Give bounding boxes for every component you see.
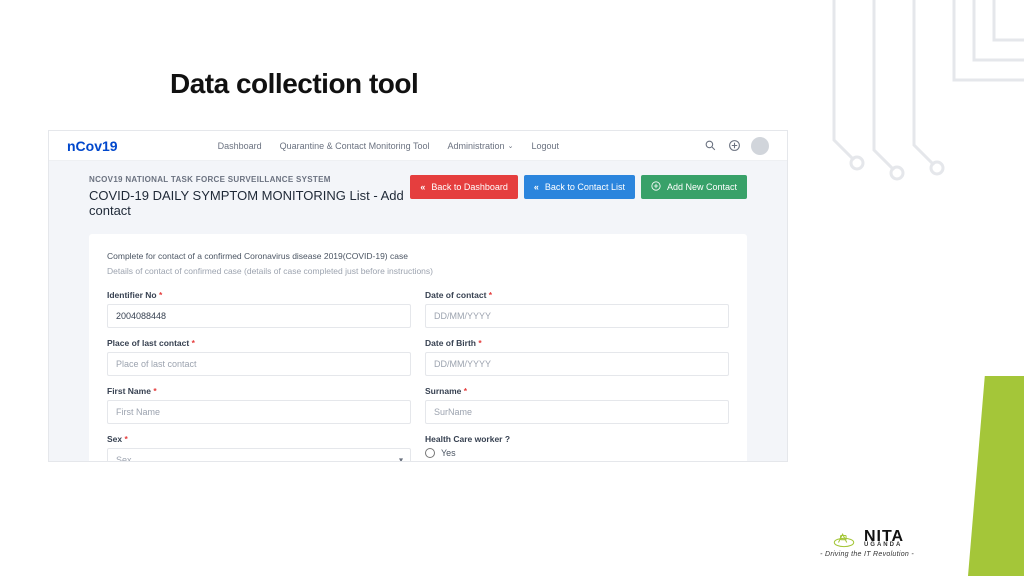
health-care-yes[interactable]: Yes bbox=[425, 448, 729, 458]
back-dashboard-label: Back to Dashboard bbox=[431, 182, 508, 192]
content-area: NCOV19 NATIONAL TASK FORCE SURVEILLANCE … bbox=[49, 161, 787, 461]
back-contact-list-label: Back to Contact List bbox=[545, 182, 625, 192]
place-last-contact-label: Place of last contact * bbox=[107, 338, 411, 348]
nav-administration[interactable]: Administration ⌄ bbox=[448, 141, 514, 151]
radio-no-label: No bbox=[441, 462, 453, 463]
page-title: COVID-19 DAILY SYMPTOM MONITORING List -… bbox=[89, 188, 410, 218]
sex-select[interactable] bbox=[107, 448, 411, 463]
nav-group: Dashboard Quarantine & Contact Monitorin… bbox=[218, 141, 559, 151]
chevron-left-icon: « bbox=[420, 182, 425, 192]
date-of-birth-label: Date of Birth * bbox=[425, 338, 729, 348]
circuit-decoration bbox=[794, 0, 1024, 220]
slide-title: Data collection tool bbox=[170, 68, 418, 100]
nav-dashboard[interactable]: Dashboard bbox=[218, 141, 262, 151]
health-care-label: Health Care worker ? bbox=[425, 434, 729, 444]
date-of-contact-label: Date of contact * bbox=[425, 290, 729, 300]
app-logo: nCov19 bbox=[67, 138, 118, 154]
plus-circle-icon bbox=[651, 181, 661, 193]
identifier-no-input[interactable] bbox=[107, 304, 411, 328]
nav-logout[interactable]: Logout bbox=[531, 141, 559, 151]
topbar: nCov19 Dashboard Quarantine & Contact Mo… bbox=[49, 131, 787, 161]
nita-logo: NITA UGANDA - Driving the IT Revolution … bbox=[820, 530, 914, 558]
identifier-no-label: Identifier No * bbox=[107, 290, 411, 300]
form-card: Complete for contact of a confirmed Coro… bbox=[89, 234, 747, 462]
back-to-dashboard-button[interactable]: « Back to Dashboard bbox=[410, 175, 518, 199]
field-sex: Sex * ▾ bbox=[107, 434, 411, 463]
add-new-contact-button[interactable]: Add New Contact bbox=[641, 175, 747, 199]
nita-tagline: - Driving the IT Revolution - bbox=[820, 551, 914, 558]
add-new-contact-label: Add New Contact bbox=[667, 182, 737, 192]
health-care-radio-group: Yes No bbox=[425, 448, 729, 463]
health-care-no[interactable]: No bbox=[425, 462, 729, 463]
first-name-label: First Name * bbox=[107, 386, 411, 396]
card-sub: Details of contact of confirmed case (de… bbox=[107, 265, 729, 278]
first-name-input[interactable] bbox=[107, 400, 411, 424]
topbar-right bbox=[703, 137, 769, 155]
place-last-contact-input[interactable] bbox=[107, 352, 411, 376]
date-of-contact-input[interactable] bbox=[425, 304, 729, 328]
page-header: NCOV19 NATIONAL TASK FORCE SURVEILLANCE … bbox=[89, 175, 747, 218]
add-circle-icon[interactable] bbox=[727, 139, 741, 153]
action-buttons: « Back to Dashboard « Back to Contact Li… bbox=[410, 175, 747, 199]
field-health-care-worker: Health Care worker ? Yes No bbox=[425, 434, 729, 463]
field-identifier-no: Identifier No * bbox=[107, 290, 411, 328]
chevron-left-icon: « bbox=[534, 182, 539, 192]
search-icon[interactable] bbox=[703, 139, 717, 153]
nav-quarantine[interactable]: Quarantine & Contact Monitoring Tool bbox=[280, 141, 430, 151]
field-date-of-contact: Date of contact * bbox=[425, 290, 729, 328]
field-place-last-contact: Place of last contact * bbox=[107, 338, 411, 376]
nita-icon bbox=[830, 530, 858, 548]
field-first-name: First Name * bbox=[107, 386, 411, 424]
app-window: nCov19 Dashboard Quarantine & Contact Mo… bbox=[48, 130, 788, 462]
field-date-of-birth: Date of Birth * bbox=[425, 338, 729, 376]
nav-admin-label: Administration bbox=[448, 141, 505, 151]
avatar[interactable] bbox=[751, 137, 769, 155]
surname-label: Surname * bbox=[425, 386, 729, 396]
surname-input[interactable] bbox=[425, 400, 729, 424]
back-to-contact-list-button[interactable]: « Back to Contact List bbox=[524, 175, 635, 199]
radio-yes-label: Yes bbox=[441, 448, 456, 458]
system-label: NCOV19 NATIONAL TASK FORCE SURVEILLANCE … bbox=[89, 175, 410, 184]
date-of-birth-input[interactable] bbox=[425, 352, 729, 376]
sex-label: Sex * bbox=[107, 434, 411, 444]
nita-logo-sub: UGANDA bbox=[864, 543, 904, 548]
card-intro: Complete for contact of a confirmed Coro… bbox=[107, 250, 729, 263]
chevron-down-icon: ⌄ bbox=[508, 142, 514, 150]
form-grid: Identifier No * Date of contact * Place … bbox=[107, 290, 729, 463]
field-surname: Surname * bbox=[425, 386, 729, 424]
green-accent-shape bbox=[968, 376, 1024, 576]
